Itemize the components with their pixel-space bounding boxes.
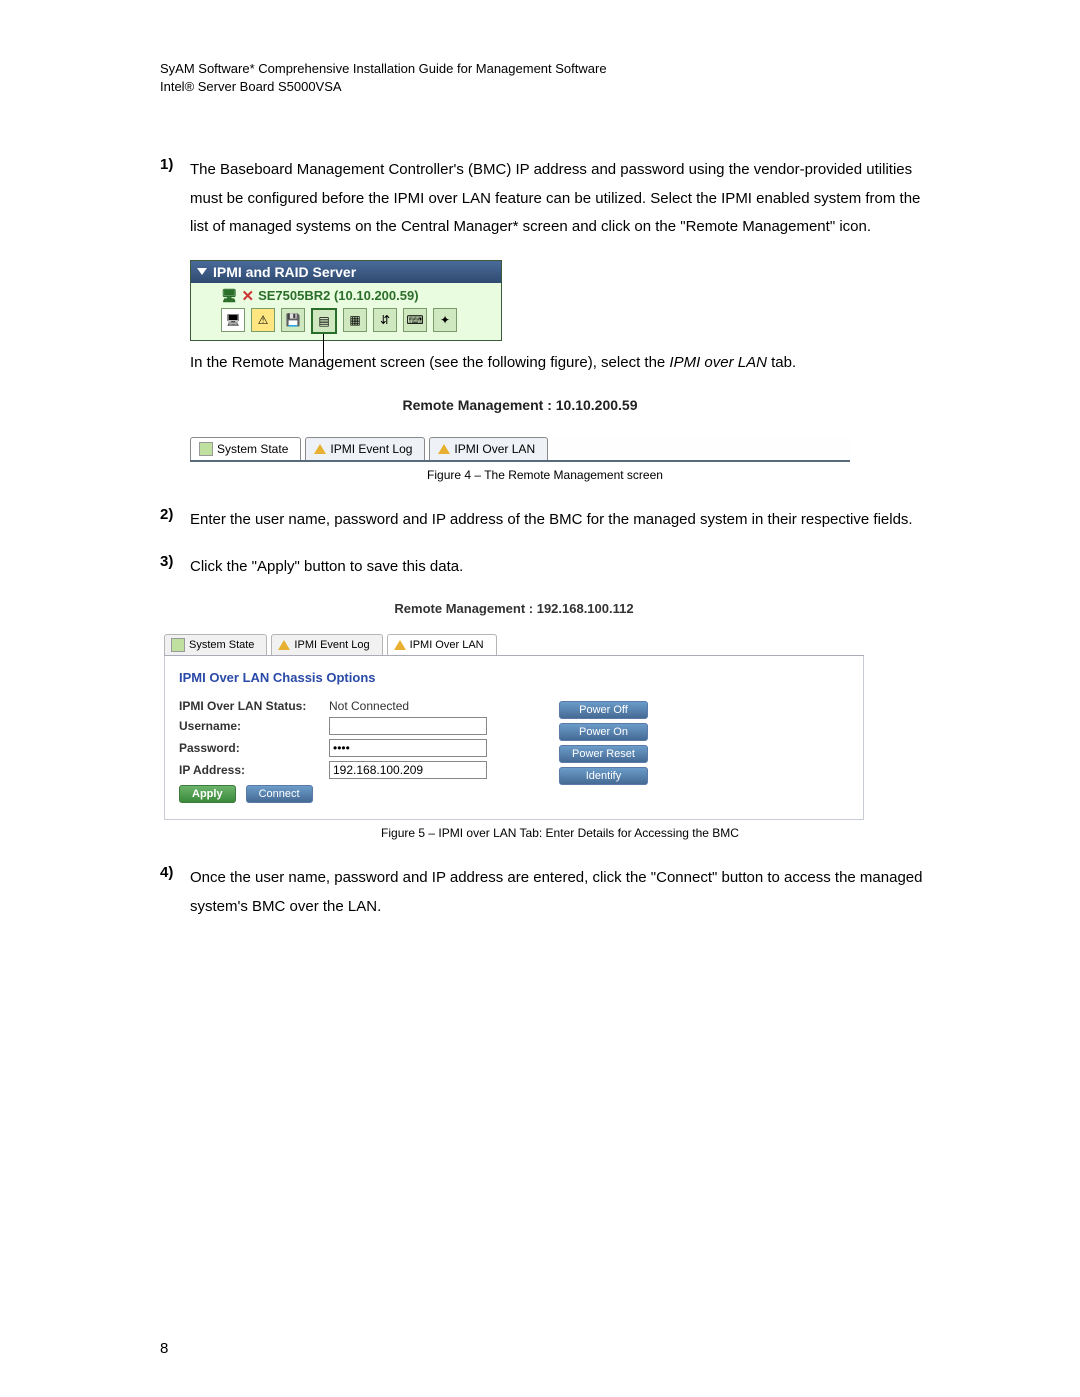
monitor-icon: 🖥: [221, 288, 238, 304]
tab-system-state[interactable]: System State: [190, 437, 301, 460]
warning-icon: [438, 444, 450, 454]
power-off-button[interactable]: Power Off: [559, 701, 648, 719]
figure-5-caption: Figure 5 – IPMI over LAN Tab: Enter Deta…: [190, 826, 930, 840]
tab-ipmi-over-lan[interactable]: IPMI Over LAN: [429, 437, 548, 460]
warning-icon: [394, 640, 406, 650]
tree-system-row[interactable]: 🖥 ✕ SE7505BR2 (10.10.200.59): [221, 287, 493, 305]
identify-button[interactable]: Identify: [559, 767, 648, 785]
step-1b-text: In the Remote Management screen (see the…: [190, 349, 930, 378]
figure-4-caption: Figure 4 – The Remote Management screen: [160, 468, 930, 482]
apply-button[interactable]: Apply: [179, 785, 236, 803]
figure-ipmi-lan-form: Remote Management : 192.168.100.112 Syst…: [164, 601, 864, 820]
status-value: Not Connected: [329, 699, 409, 713]
system-state-icon: [171, 638, 185, 652]
display-icon[interactable]: 🖥: [221, 308, 245, 332]
header-line-2: Intel® Server Board S5000VSA: [160, 78, 930, 96]
step-4-body: Once the user name, password and IP addr…: [190, 864, 930, 921]
password-input[interactable]: [329, 739, 487, 757]
username-label: Username:: [179, 719, 329, 733]
document-header: SyAM Software* Comprehensive Installatio…: [160, 60, 930, 96]
warning-icon: [278, 640, 290, 650]
tree-system-label: SE7505BR2 (10.10.200.59): [258, 288, 418, 303]
step-1-body: The Baseboard Management Controller's (B…: [190, 156, 930, 242]
connect-button[interactable]: Connect: [246, 785, 313, 803]
floppy-icon[interactable]: 💾: [281, 308, 305, 332]
system-state-icon: [199, 442, 213, 456]
password-label: Password:: [179, 741, 329, 755]
remote-mgmt-title: Remote Management : 10.10.200.59: [190, 397, 850, 413]
error-x-icon: ✕: [242, 287, 255, 305]
figure-remote-mgmt-tabs: Remote Management : 10.10.200.59 System …: [190, 397, 850, 462]
header-line-1: SyAM Software* Comprehensive Installatio…: [160, 60, 930, 78]
step-3-number: 3): [160, 553, 190, 570]
step-1-number: 1): [160, 156, 190, 173]
raid-icon[interactable]: ▦: [343, 308, 367, 332]
power-reset-button[interactable]: Power Reset: [559, 745, 648, 763]
warning-icon[interactable]: ⚠: [251, 308, 275, 332]
globe-icon[interactable]: ✦: [433, 308, 457, 332]
username-input[interactable]: [329, 717, 487, 735]
tree-panel-title-bar[interactable]: IPMI and RAID Server: [191, 261, 501, 283]
tab-system-state[interactable]: System State: [164, 634, 267, 655]
ipmi-chassis-heading: IPMI Over LAN Chassis Options: [179, 670, 849, 685]
callout-arrow: [323, 334, 324, 364]
step-2-number: 2): [160, 506, 190, 523]
status-label: IPMI Over LAN Status:: [179, 699, 329, 713]
tree-panel-title: IPMI and RAID Server: [213, 264, 356, 280]
step-3-body: Click the "Apply" button to save this da…: [190, 553, 930, 582]
tab-ipmi-event-log[interactable]: IPMI Event Log: [305, 437, 425, 460]
power-on-button[interactable]: Power On: [559, 723, 648, 741]
figure-tree-panel: IPMI and RAID Server 🖥 ✕ SE7505BR2 (10.1…: [190, 260, 930, 341]
step-4-number: 4): [160, 864, 190, 881]
keyboard-icon[interactable]: ⌨: [403, 308, 427, 332]
tab-ipmi-over-lan[interactable]: IPMI Over LAN: [387, 634, 497, 655]
network-icon[interactable]: ⇵: [373, 308, 397, 332]
page-number: 8: [160, 1340, 168, 1357]
warning-icon: [314, 444, 326, 454]
ip-address-input[interactable]: [329, 761, 487, 779]
ip-address-label: IP Address:: [179, 763, 329, 777]
collapse-triangle-icon[interactable]: [197, 268, 207, 275]
tab-ipmi-event-log[interactable]: IPMI Event Log: [271, 634, 382, 655]
remote-management-icon[interactable]: ▤: [311, 308, 337, 334]
ipmi-form-title: Remote Management : 192.168.100.112: [164, 601, 864, 616]
step-2-body: Enter the user name, password and IP add…: [190, 506, 930, 535]
